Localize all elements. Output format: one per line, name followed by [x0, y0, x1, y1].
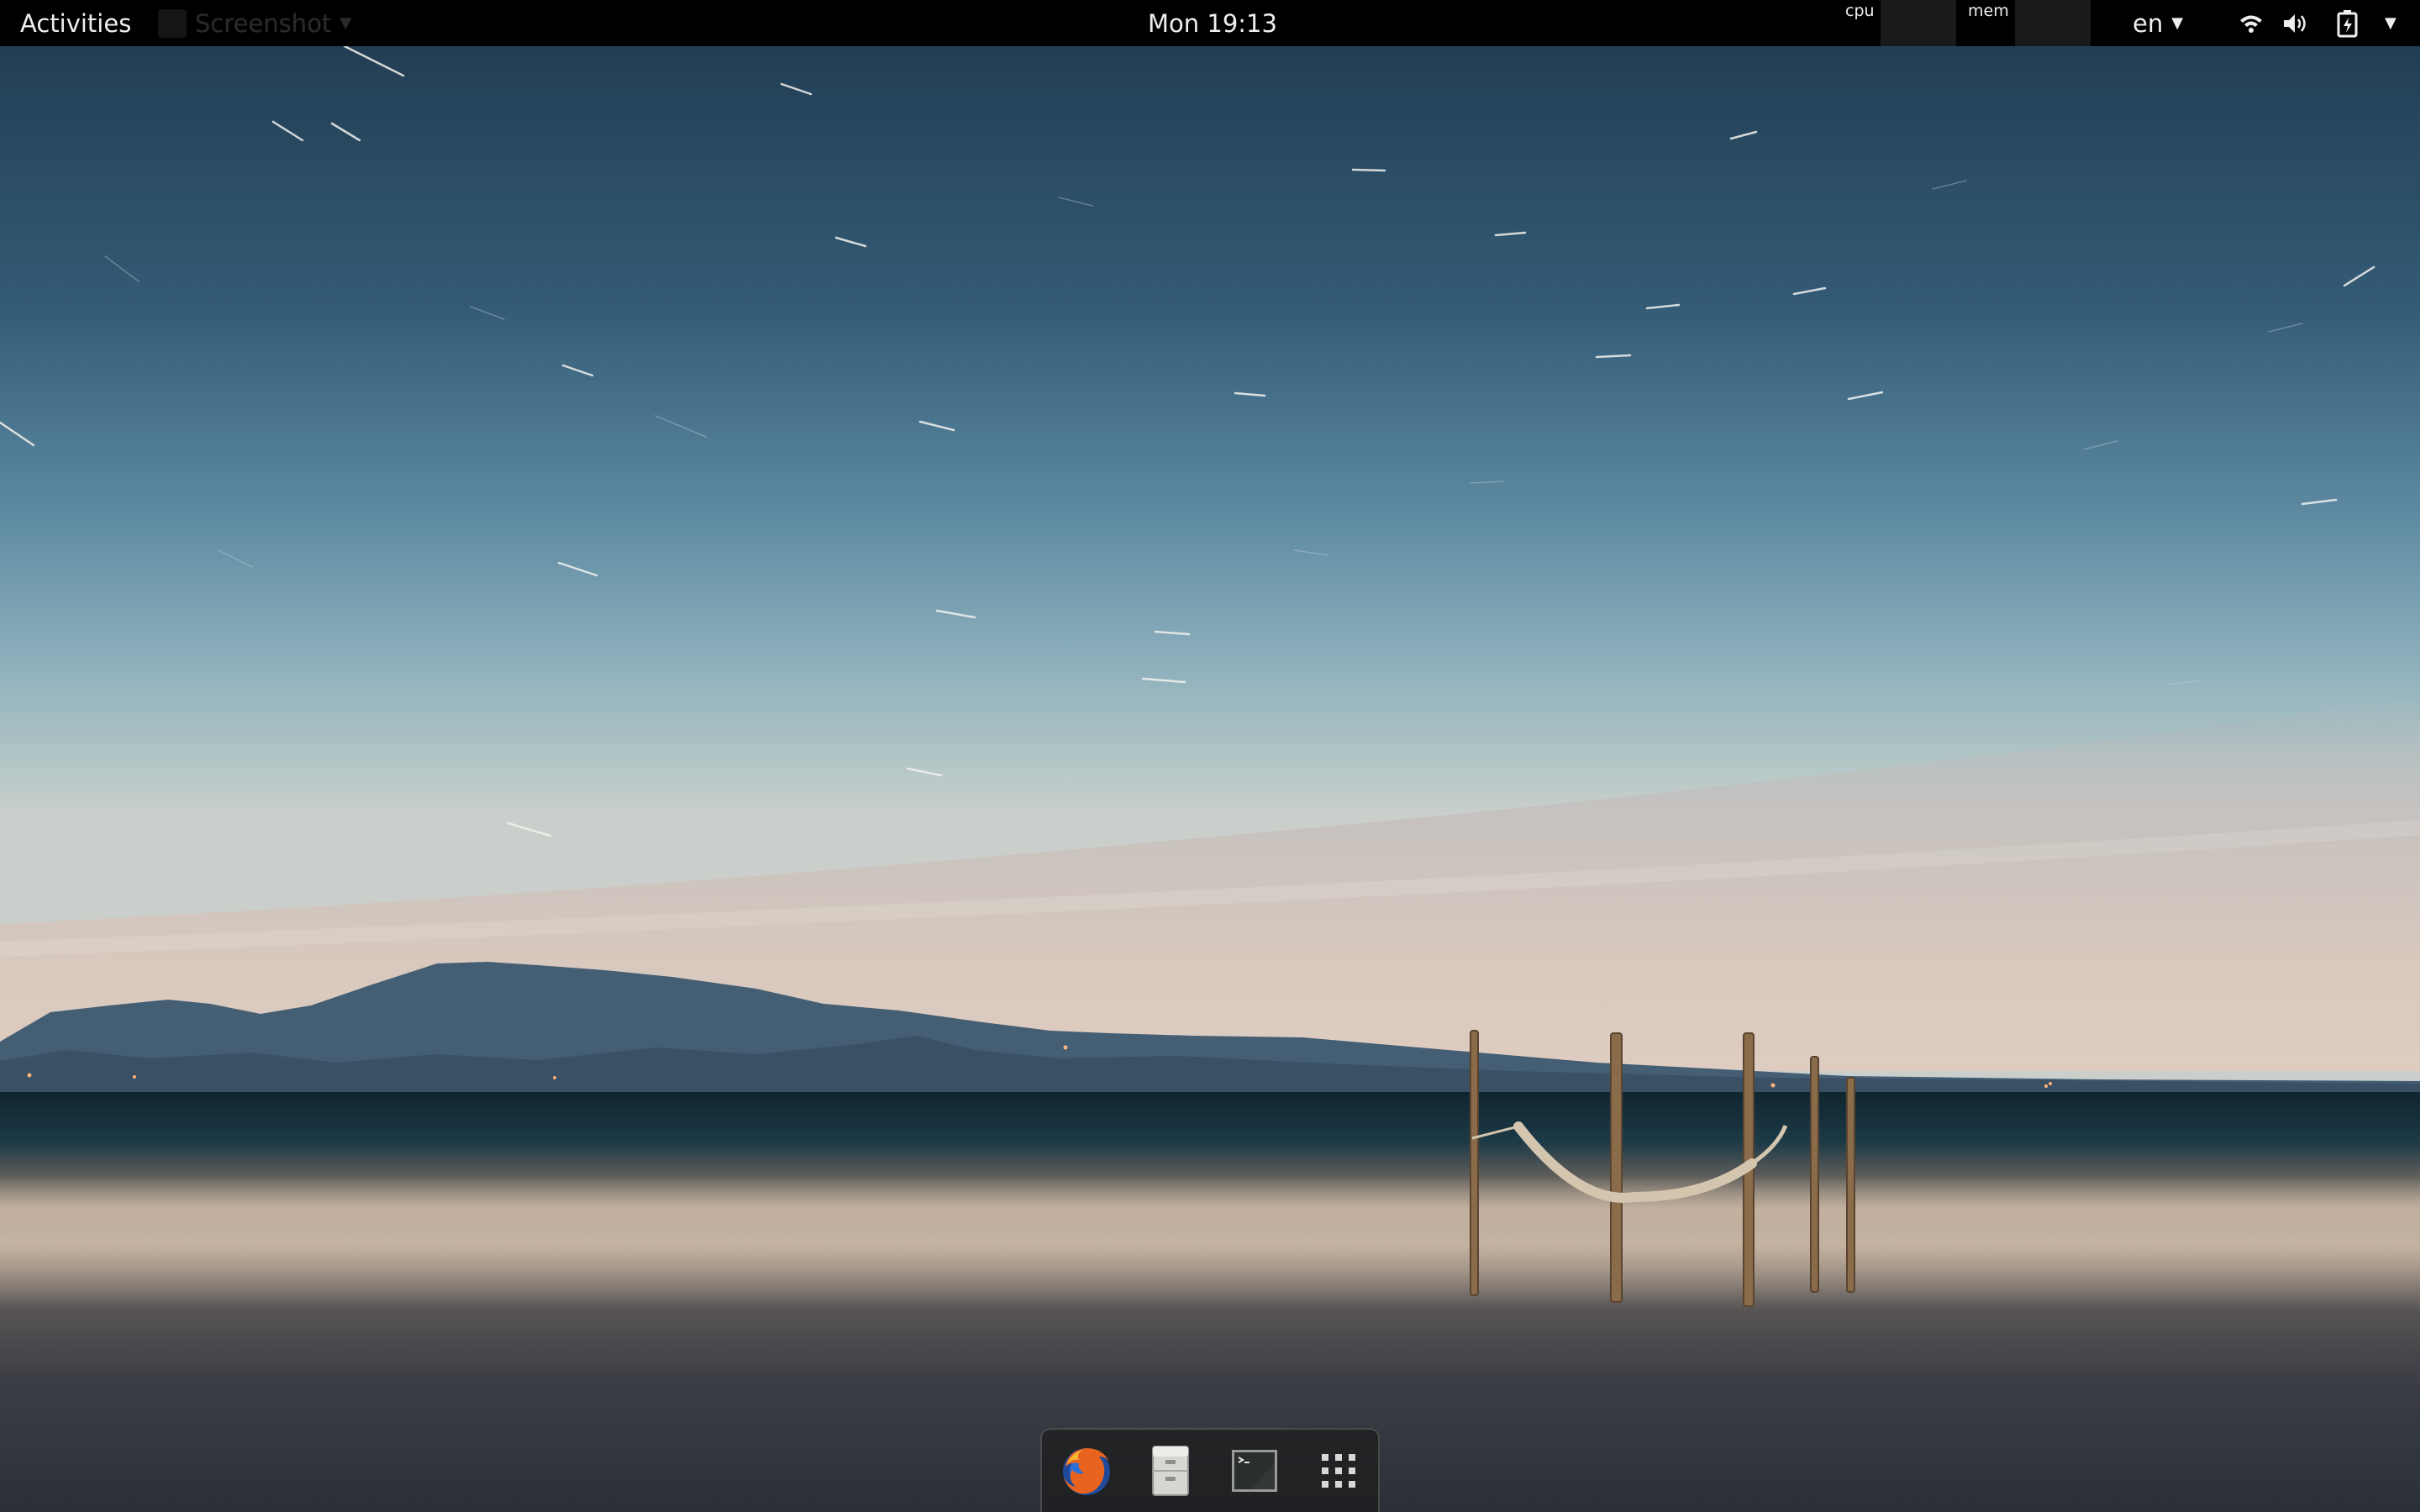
activities-button[interactable]: Activities	[20, 0, 131, 46]
keyboard-layout-label: en	[2133, 8, 2164, 38]
wifi-icon[interactable]	[2238, 0, 2264, 46]
volume-icon[interactable]	[2282, 0, 2309, 46]
top-bar: Activities Screenshot ▼ Mon 19:13 cpu me…	[0, 0, 2420, 46]
system-menu-caret-icon: ▼	[2385, 14, 2396, 32]
activities-label: Activities	[20, 8, 132, 38]
desktop: Activities Screenshot ▼ Mon 19:13 cpu me…	[0, 0, 2420, 1512]
keyboard-layout-caret-icon: ▼	[2171, 14, 2184, 32]
firefox-icon[interactable]	[1059, 1443, 1114, 1499]
battery-icon[interactable]	[2336, 0, 2360, 46]
files-icon[interactable]	[1143, 1443, 1198, 1499]
mem-monitor-graph[interactable]	[2015, 0, 2091, 46]
keyboard-layout-button[interactable]: en ▼	[2133, 0, 2183, 46]
terminal-icon[interactable]	[1227, 1443, 1282, 1499]
desktop-wallpaper	[0, 46, 2420, 1512]
dash	[1040, 1428, 1380, 1512]
show-applications-icon[interactable]	[1311, 1443, 1366, 1499]
cpu-monitor-graph[interactable]	[1881, 0, 1956, 46]
clock-button[interactable]: Mon 19:13	[1148, 0, 1277, 46]
mem-monitor-label: mem	[1968, 2, 2009, 20]
screenshot-app-icon	[158, 8, 187, 38]
app-menu-caret-icon: ▼	[339, 14, 352, 32]
app-menu-label: Screenshot	[195, 8, 332, 38]
cpu-monitor-label: cpu	[1845, 2, 1875, 20]
clock-label: Mon 19:13	[1148, 8, 1277, 38]
system-menu-button[interactable]: ▼	[2376, 0, 2396, 46]
app-menu-button[interactable]: Screenshot ▼	[158, 0, 351, 46]
